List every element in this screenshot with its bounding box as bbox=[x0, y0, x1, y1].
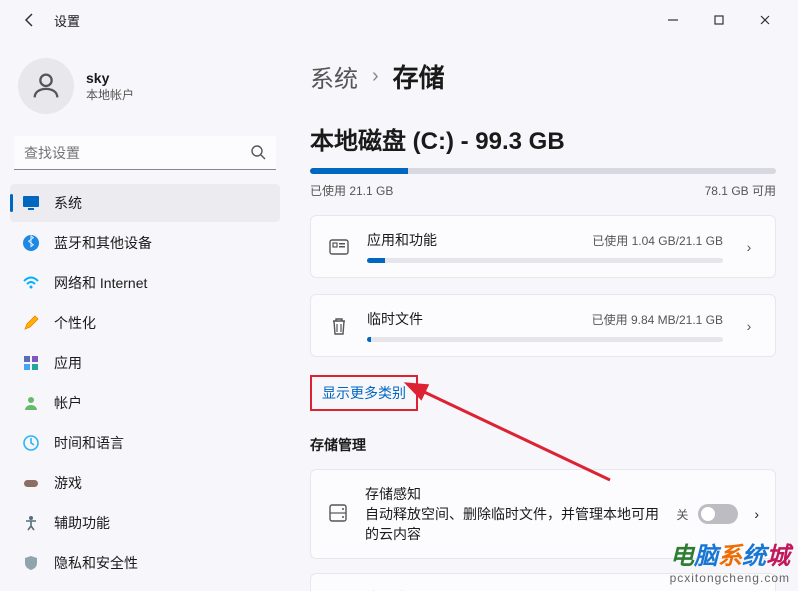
shield-icon bbox=[22, 554, 40, 572]
monitor-icon bbox=[22, 194, 40, 212]
sidebar-item-time-language[interactable]: 时间和语言 bbox=[10, 424, 280, 462]
wifi-icon bbox=[22, 274, 40, 292]
breadcrumb-parent[interactable]: 系统 bbox=[310, 59, 358, 94]
page-title: 存储 bbox=[393, 58, 445, 95]
card-subtitle: 自动释放空间、删除临时文件，并管理本地可用的云内容 bbox=[365, 504, 660, 544]
storage-card-temp[interactable]: 临时文件 已使用 9.84 MB/21.1 GB › bbox=[310, 294, 776, 357]
apps-icon bbox=[22, 354, 40, 372]
card-usage: 已使用 1.04 GB/21.1 GB bbox=[592, 232, 723, 249]
sidebar-item-personalization[interactable]: 个性化 bbox=[10, 304, 280, 342]
gamepad-icon bbox=[22, 474, 40, 492]
clock-globe-icon bbox=[22, 434, 40, 452]
storage-card-apps[interactable]: 应用和功能 已使用 1.04 GB/21.1 GB › bbox=[310, 215, 776, 278]
card-usage: 已使用 9.84 MB/21.1 GB bbox=[592, 311, 723, 328]
user-profile[interactable]: sky 本地帐户 bbox=[10, 40, 280, 136]
minimize-button[interactable] bbox=[650, 4, 696, 36]
sidebar-item-label: 应用 bbox=[54, 353, 82, 373]
search-input[interactable] bbox=[14, 136, 276, 170]
apps-features-icon bbox=[327, 235, 351, 259]
disk-usage-bar: 已使用 21.1 GB 78.1 GB 可用 bbox=[310, 168, 776, 199]
sidebar-item-accounts[interactable]: 帐户 bbox=[10, 384, 280, 422]
disk-title: 本地磁盘 (C:) - 99.3 GB bbox=[310, 121, 776, 156]
back-button[interactable] bbox=[20, 10, 40, 30]
chevron-right-icon: › bbox=[372, 65, 379, 88]
trash-icon bbox=[327, 314, 351, 338]
toggle-label: 关 bbox=[676, 506, 688, 523]
close-button[interactable] bbox=[742, 4, 788, 36]
sidebar-item-label: 辅助功能 bbox=[54, 513, 110, 533]
sidebar-item-label: 个性化 bbox=[54, 313, 96, 333]
storage-sense-card[interactable]: 存储感知 自动释放空间、删除临时文件，并管理本地可用的云内容 关 › bbox=[310, 469, 776, 559]
sidebar-item-privacy[interactable]: 隐私和安全性 bbox=[10, 544, 280, 582]
sidebar-item-label: 帐户 bbox=[54, 393, 82, 413]
card-title: 应用和功能 bbox=[367, 230, 437, 250]
sidebar-item-label: 隐私和安全性 bbox=[54, 553, 138, 573]
search-icon bbox=[250, 144, 266, 163]
cleanup-recommendations-card[interactable]: 清理建议 正在查找要清理的项目 bbox=[310, 573, 776, 591]
user-name: sky bbox=[86, 70, 134, 86]
brush-icon bbox=[22, 314, 40, 332]
person-icon bbox=[22, 394, 40, 412]
sidebar-item-accessibility[interactable]: 辅助功能 bbox=[10, 504, 280, 542]
chevron-right-icon: › bbox=[739, 318, 759, 334]
show-more-categories-link[interactable]: 显示更多类别 bbox=[310, 375, 418, 411]
maximize-button[interactable] bbox=[696, 4, 742, 36]
sidebar-item-system[interactable]: 系统 bbox=[10, 184, 280, 222]
avatar bbox=[18, 58, 74, 114]
sidebar-item-label: 系统 bbox=[54, 193, 82, 213]
sidebar-item-bluetooth[interactable]: 蓝牙和其他设备 bbox=[10, 224, 280, 262]
disk-free-label: 78.1 GB 可用 bbox=[705, 182, 776, 199]
sidebar-item-network[interactable]: 网络和 Internet bbox=[10, 264, 280, 302]
toggle-switch[interactable] bbox=[698, 504, 738, 524]
card-title: 临时文件 bbox=[367, 309, 423, 329]
bluetooth-icon bbox=[22, 234, 40, 252]
sidebar-item-label: 蓝牙和其他设备 bbox=[54, 233, 152, 253]
sidebar-item-gaming[interactable]: 游戏 bbox=[10, 464, 280, 502]
chevron-right-icon: › bbox=[739, 239, 759, 255]
section-title-storage-management: 存储管理 bbox=[310, 435, 776, 455]
breadcrumb: 系统 › 存储 bbox=[310, 40, 776, 95]
sidebar-item-label: 网络和 Internet bbox=[54, 273, 147, 293]
window-title: 设置 bbox=[54, 11, 80, 30]
disk-used-label: 已使用 21.1 GB bbox=[310, 182, 393, 199]
chevron-right-icon: › bbox=[754, 506, 759, 522]
search-box[interactable] bbox=[14, 136, 276, 170]
storage-sense-toggle[interactable]: 关 bbox=[676, 504, 738, 524]
card-title: 存储感知 bbox=[365, 484, 660, 504]
drive-icon bbox=[327, 502, 349, 527]
sidebar-item-label: 游戏 bbox=[54, 473, 82, 493]
sidebar-item-apps[interactable]: 应用 bbox=[10, 344, 280, 382]
user-account-type: 本地帐户 bbox=[86, 86, 134, 103]
accessibility-icon bbox=[22, 514, 40, 532]
sidebar-item-label: 时间和语言 bbox=[54, 433, 124, 453]
